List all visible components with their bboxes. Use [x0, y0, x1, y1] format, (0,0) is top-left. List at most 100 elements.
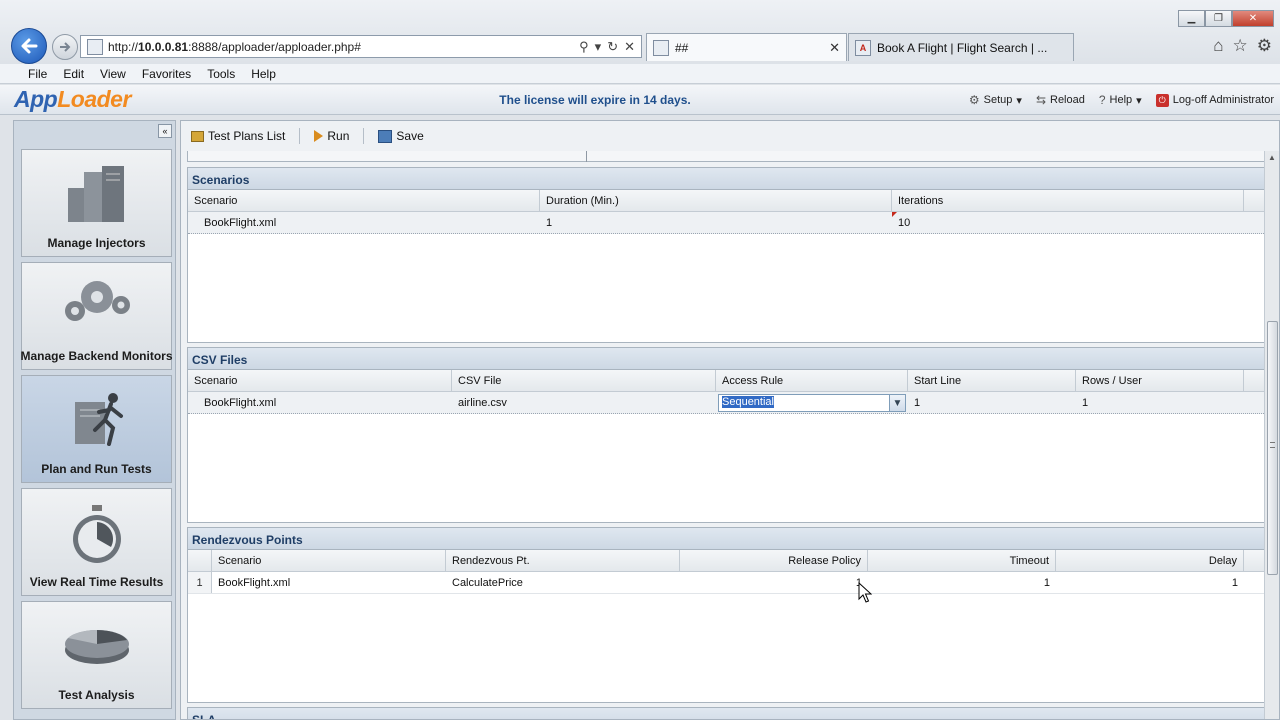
reload-icon: ⇆	[1035, 93, 1046, 107]
cell-timeout[interactable]: 1	[868, 572, 1056, 593]
toolbar: Test Plans List Run Save	[181, 121, 1279, 151]
rendezvous-title: Rendezvous Points	[188, 528, 1264, 550]
stop-icon[interactable]: ✕	[624, 39, 635, 55]
maximize-button[interactable]: ❐	[1205, 10, 1232, 27]
cell-scenario[interactable]: BookFlight.xml	[212, 572, 446, 593]
floppy-disk-icon	[378, 129, 393, 143]
power-icon: ⏻	[1155, 93, 1169, 107]
tab-label: Book A Flight | Flight Search | ...	[877, 40, 1048, 55]
logoff-button[interactable]: ⏻ Log-off Administrator	[1155, 93, 1274, 107]
column-header-rows-per-user[interactable]: Rows / User	[1076, 370, 1244, 391]
column-header-delay[interactable]: Delay	[1056, 550, 1244, 571]
chevron-down-icon[interactable]: ▾	[595, 39, 602, 55]
help-icon: ?	[1098, 93, 1106, 107]
collapse-sidebar-icon[interactable]: «	[158, 124, 172, 138]
menu-help[interactable]: Help	[251, 67, 276, 81]
table-row[interactable]: 1 BookFlight.xml CalculatePrice 1 1 1	[188, 572, 1264, 594]
scroll-thumb[interactable]	[1267, 321, 1278, 575]
menu-file[interactable]: File	[28, 67, 47, 81]
mouse-pointer-icon	[858, 582, 872, 603]
reload-button[interactable]: ⇆ Reload	[1036, 93, 1085, 107]
cell-start-line[interactable]: 1	[908, 392, 1076, 413]
chevron-down-icon: ▾	[1016, 94, 1022, 107]
cell-iterations[interactable]: 10	[892, 212, 1244, 233]
menu-edit[interactable]: Edit	[63, 67, 84, 81]
sla-panel: SLA	[187, 707, 1265, 719]
tab-book-a-flight[interactable]: A Book A Flight | Flight Search | ...	[848, 33, 1074, 61]
close-tab-icon[interactable]: ✕	[829, 40, 840, 56]
help-menu[interactable]: ? Help ▾	[1099, 93, 1142, 107]
column-header-release-policy[interactable]: Release Policy	[680, 550, 868, 571]
chevron-down-icon[interactable]: ▼	[889, 395, 905, 411]
column-header-scenario[interactable]: Scenario	[188, 190, 540, 211]
rendezvous-panel: Rendezvous Points Scenario Rendezvous Pt…	[187, 527, 1265, 703]
cell-rendezvous-pt[interactable]: CalculatePrice	[446, 572, 680, 593]
stopwatch-icon	[72, 505, 121, 563]
favorites-star-icon[interactable]: ☆	[1233, 36, 1248, 56]
column-header-rendezvous-pt[interactable]: Rendezvous Pt.	[446, 550, 680, 571]
server-icon	[67, 166, 124, 222]
gear-icon: ⚙	[968, 93, 980, 107]
airline-favicon-icon: A	[855, 39, 871, 56]
back-arrow-icon	[21, 38, 38, 54]
run-button[interactable]: Run	[314, 129, 349, 143]
address-bar[interactable]: http://10.0.0.81:8888/apploader/apploade…	[80, 35, 642, 58]
sidebar-item-manage-injectors[interactable]: Manage Injectors	[21, 149, 172, 257]
column-header-timeout[interactable]: Timeout	[868, 550, 1056, 571]
menu-tools[interactable]: Tools	[207, 67, 235, 81]
pie-chart-icon	[64, 629, 129, 664]
cell-duration[interactable]: 1	[540, 212, 892, 233]
cell-delay[interactable]: 1	[1056, 572, 1244, 593]
sidebar: « Manage Injectors Manage Backend Monito…	[13, 120, 176, 720]
minimize-button[interactable]: ▁	[1178, 10, 1205, 27]
column-header-scenario[interactable]: Scenario	[212, 550, 446, 571]
list-icon	[191, 130, 204, 142]
main-scrollbar[interactable]: ▲	[1264, 151, 1279, 719]
menu-view[interactable]: View	[100, 67, 126, 81]
table-row[interactable]: BookFlight.xml airline.csv Sequential ▼ …	[188, 392, 1264, 414]
browser-menubar: File Edit View Favorites Tools Help	[0, 64, 1280, 84]
upper-panel-edge	[187, 151, 1265, 162]
menu-favorites[interactable]: Favorites	[142, 67, 191, 81]
setup-menu[interactable]: ⚙ Setup ▾	[969, 93, 1022, 107]
address-url: http://10.0.0.81:8888/apploader/apploade…	[108, 39, 361, 54]
runner-icon	[74, 393, 123, 446]
column-header-iterations[interactable]: Iterations	[892, 190, 1244, 211]
cell-scenario[interactable]: BookFlight.xml	[188, 212, 540, 233]
sidebar-item-plan-and-run-tests[interactable]: Plan and Run Tests	[21, 375, 172, 483]
sidebar-item-test-analysis[interactable]: Test Analysis	[21, 601, 172, 709]
scenarios-panel: Scenarios Scenario Duration (Min.) Itera…	[187, 167, 1265, 343]
scroll-up-icon[interactable]: ▲	[1268, 153, 1276, 162]
column-header-csv-file[interactable]: CSV File	[452, 370, 716, 391]
column-header-start-line[interactable]: Start Line	[908, 370, 1076, 391]
tab-apploader[interactable]: ## ✕	[646, 33, 847, 61]
test-plans-list-button[interactable]: Test Plans List	[191, 129, 285, 143]
refresh-icon[interactable]: ↻	[607, 39, 618, 55]
cell-release-policy[interactable]: 1	[680, 572, 868, 593]
search-icon[interactable]: ⚲	[579, 39, 589, 55]
column-header-duration[interactable]: Duration (Min.)	[540, 190, 892, 211]
settings-gear-icon[interactable]: ⚙	[1257, 36, 1272, 56]
column-header-scenario[interactable]: Scenario	[188, 370, 452, 391]
table-row[interactable]: BookFlight.xml 1 10	[188, 212, 1264, 234]
access-rule-cell: Sequential ▼	[716, 392, 908, 413]
close-window-button[interactable]: ✕	[1232, 10, 1274, 27]
page-favicon-icon	[87, 38, 103, 55]
column-header-access-rule[interactable]: Access Rule	[716, 370, 908, 391]
column-header-row-number	[188, 550, 212, 571]
csv-header-row: Scenario CSV File Access Rule Start Line…	[188, 370, 1264, 392]
scenarios-title: Scenarios	[188, 168, 1264, 190]
cell-csv-file[interactable]: airline.csv	[452, 392, 716, 413]
access-rule-select[interactable]: Sequential ▼	[718, 394, 906, 412]
back-button[interactable]	[11, 28, 47, 64]
cell-scenario[interactable]: BookFlight.xml	[188, 392, 452, 413]
cell-rows-per-user[interactable]: 1	[1076, 392, 1244, 413]
row-number: 1	[188, 572, 212, 593]
rendezvous-header-row: Scenario Rendezvous Pt. Release Policy T…	[188, 550, 1264, 572]
save-button[interactable]: Save	[378, 129, 424, 143]
home-icon[interactable]: ⌂	[1213, 36, 1223, 56]
app-header: AppLoader The license will expire in 14 …	[0, 85, 1280, 115]
sidebar-item-view-real-time-results[interactable]: View Real Time Results	[21, 488, 172, 596]
sidebar-item-manage-backend-monitors[interactable]: Manage Backend Monitors	[20, 262, 173, 370]
forward-button[interactable]	[52, 34, 78, 60]
